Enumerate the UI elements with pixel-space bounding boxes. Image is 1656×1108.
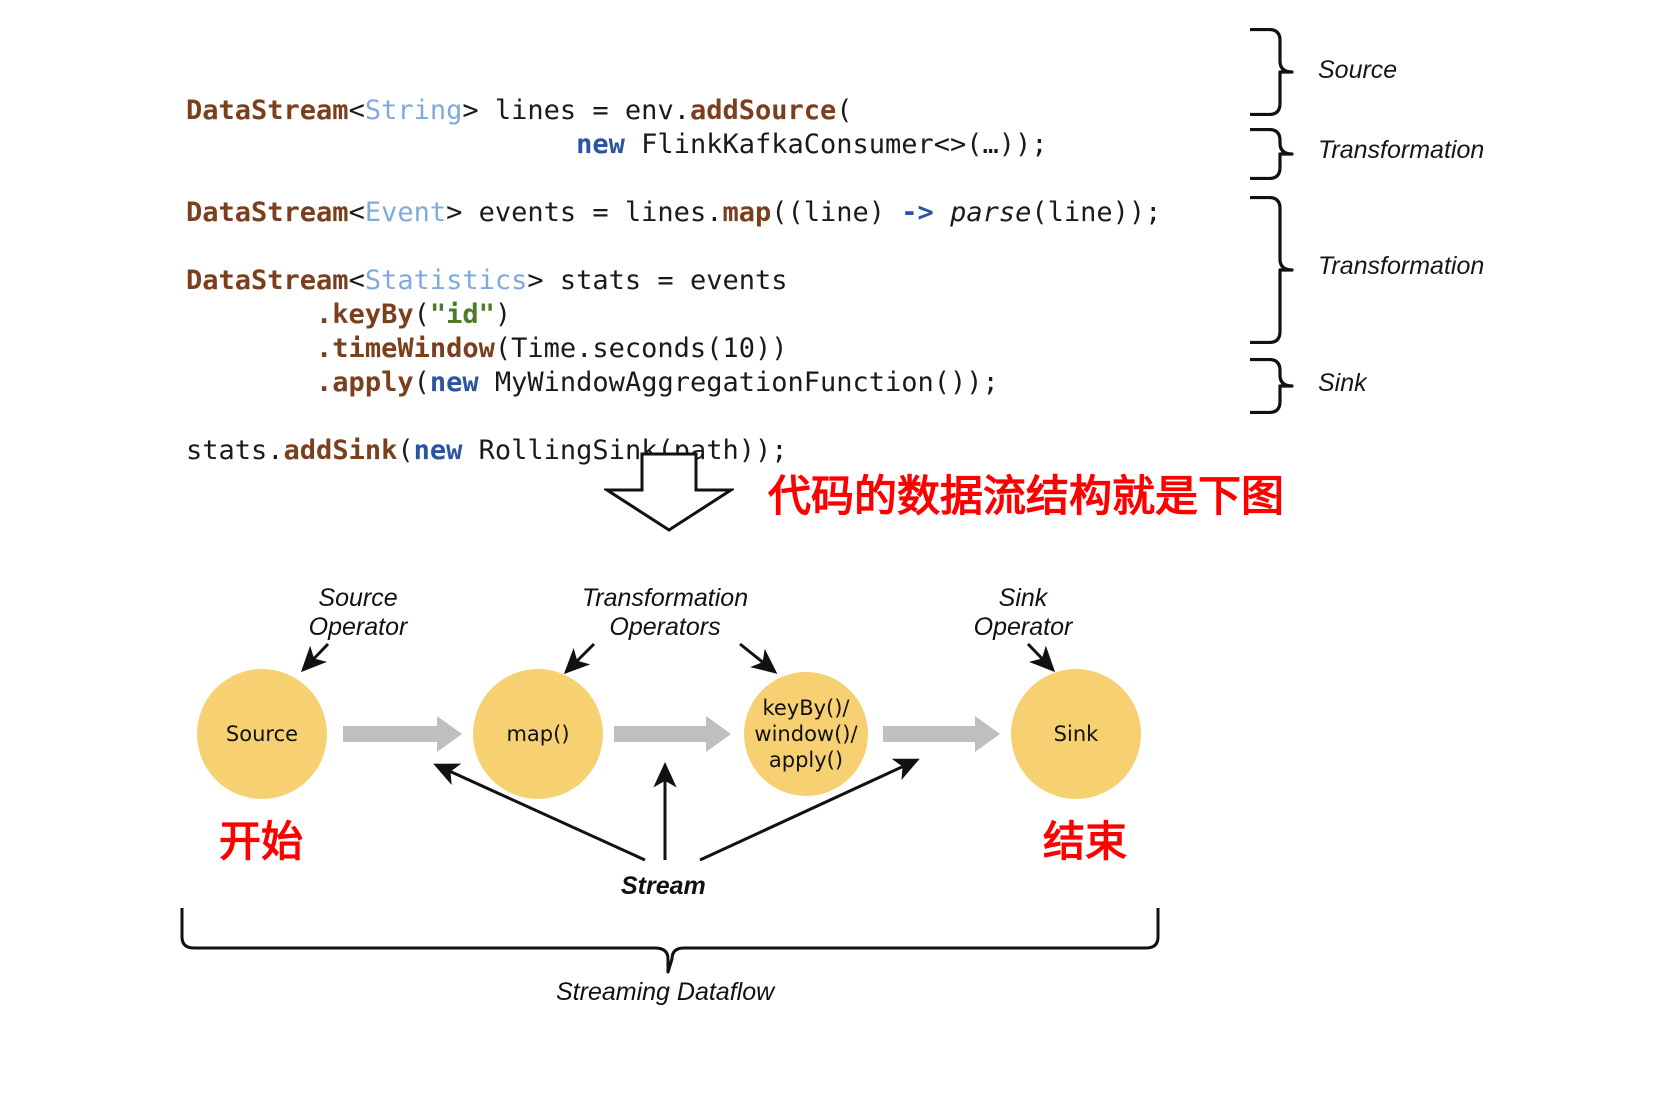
code-token: < [348, 197, 365, 228]
caption-chinese: 代码的数据流结构就是下图 [768, 472, 1284, 522]
code-token: parse [950, 197, 1032, 228]
pointer-sink-operator [1026, 642, 1056, 673]
operator-node-map[interactable]: map() [473, 669, 603, 799]
code-token: < [348, 95, 365, 126]
code-token: > stats = events [527, 265, 788, 296]
code-token: FlinkKafkaConsumer<>(…)); [624, 129, 1048, 160]
brace-label: Sink [1318, 369, 1367, 397]
streaming-dataflow-label: Streaming Dataflow [556, 978, 775, 1006]
dataflow-diagram: Source map() keyBy()/ window()/ apply() Sin… [0, 560, 1656, 1108]
slide-canvas: DataStream<String> lines = env.addSource… [0, 0, 1656, 1108]
code-section-brace [1248, 196, 1296, 344]
code-token: DataStream [186, 265, 349, 296]
down-arrow-icon [601, 452, 737, 537]
brace-label: Transformation [1318, 136, 1485, 164]
operator-node-source[interactable]: Source [197, 669, 327, 799]
code-section-brace [1248, 28, 1296, 116]
code-line: .keyBy("id") [186, 298, 1206, 332]
red-annotation-start: 开始 [219, 817, 304, 866]
flow-arrow-map-kwa [614, 716, 731, 752]
code-token: > events = lines. [446, 197, 723, 228]
code-line: new FlinkKafkaConsumer<>(…)); [186, 128, 1206, 162]
code-token: DataStream [186, 95, 349, 126]
code-line: .apply(new MyWindowAggregationFunction()… [186, 366, 1206, 400]
operator-callout-label: Sink Operator [973, 584, 1073, 641]
operator-callout-label: Transformation Operators [581, 584, 749, 641]
code-section-brace [1248, 128, 1296, 180]
code-token: stats. [186, 435, 284, 466]
code-line: DataStream<Statistics> stats = events [186, 264, 1206, 298]
operator-callout-label: Source Operator [308, 584, 408, 641]
operator-node-sink[interactable]: Sink [1011, 669, 1141, 799]
code-token: (line)); [1031, 197, 1162, 228]
code-token: MyWindowAggregationFunction()); [478, 367, 999, 398]
pointer-transformation-right [739, 642, 778, 674]
code-token: Statistics [364, 265, 528, 296]
code-token: ( [397, 435, 414, 466]
operator-node-kwa[interactable]: keyBy()/ window()/ apply() [744, 672, 868, 796]
code-token: .timeWindow [316, 333, 495, 364]
code-token: ((line) [771, 197, 902, 228]
code-line: DataStream<Event> events = lines.map((li… [186, 196, 1206, 230]
operator-node-label: Source [225, 722, 299, 746]
code-token: String [364, 95, 463, 126]
code-token: -> [901, 197, 934, 228]
operator-node-label: Sink [1053, 722, 1099, 746]
code-token: (Time.seconds(10)) [494, 333, 788, 364]
code-token: new [576, 129, 625, 160]
operator-node-label: map() [506, 722, 570, 746]
code-token: ( [413, 299, 430, 330]
code-token: addSource [689, 95, 837, 126]
code-token: ( [413, 367, 430, 398]
code-token: "id" [429, 299, 495, 330]
code-token: < [348, 265, 365, 296]
streaming-dataflow-bracket [180, 908, 1160, 974]
stream-label: Stream [621, 872, 706, 900]
code-lines: DataStream<String> lines = env.addSource… [186, 94, 1206, 468]
code-line: DataStream<String> lines = env.addSource… [186, 94, 1206, 128]
code-section-brace [1248, 358, 1296, 414]
operator-node-label: keyBy()/ window()/ apply() [754, 696, 858, 772]
code-token: new [429, 367, 479, 398]
code-token: Event [364, 197, 447, 228]
pointer-transformation-left [563, 642, 596, 675]
code-token: map [722, 197, 772, 228]
code-token: ) [494, 299, 512, 330]
code-token: addSink [283, 435, 398, 466]
code-token: > lines = env. [462, 95, 690, 126]
code-line: .timeWindow(Time.seconds(10)) [186, 332, 1206, 366]
brace-label: Source [1318, 56, 1398, 84]
red-annotation-end: 结束 [1043, 817, 1128, 866]
code-token: new [413, 435, 463, 466]
code-token: DataStream [186, 197, 349, 228]
code-token: .apply [316, 367, 414, 398]
code-token: .keyBy [316, 299, 414, 330]
flow-arrow-kwa-sink [883, 716, 1000, 752]
brace-label: Transformation [1318, 252, 1485, 280]
pointer-source-operator [300, 642, 330, 673]
code-token: ( [836, 95, 853, 126]
flow-arrow-source-map [343, 716, 462, 752]
